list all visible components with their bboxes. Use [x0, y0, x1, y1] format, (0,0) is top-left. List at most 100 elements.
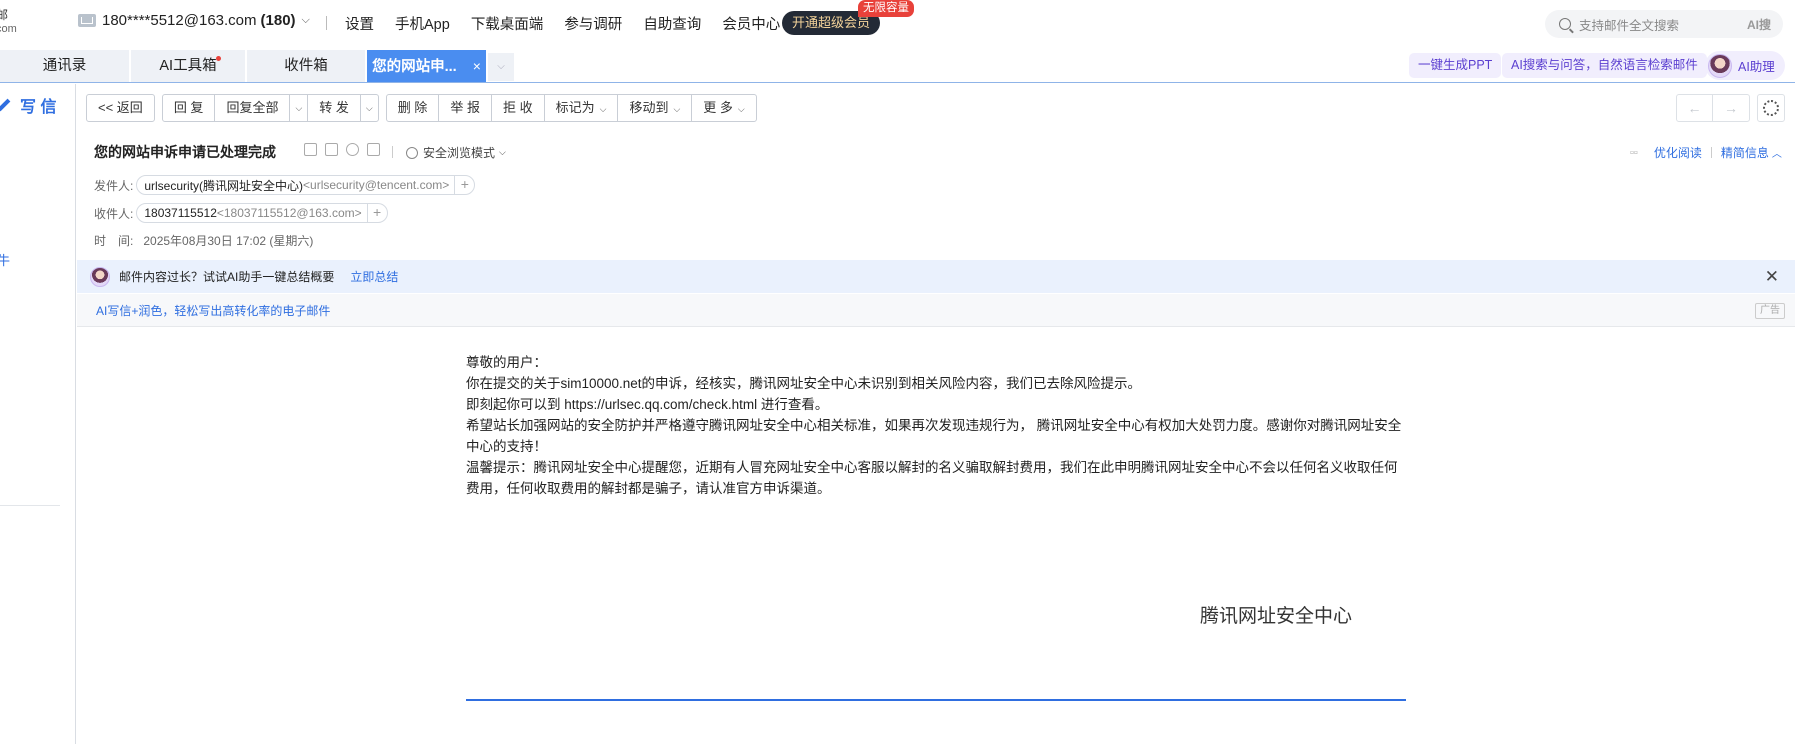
- ad-text[interactable]: AI写信+润色，轻松写出高转化率的电子邮件: [96, 302, 330, 319]
- header-view-options: ▫▫ 优化阅读 精简信息 ︿: [1630, 144, 1782, 161]
- print-icon[interactable]: [367, 143, 380, 156]
- add-contact-icon[interactable]: +: [366, 204, 387, 222]
- nav-mobile-app[interactable]: 手机App: [395, 13, 450, 34]
- tab-contacts[interactable]: 通讯录: [0, 50, 129, 82]
- mail-body: 尊敬的用户： 你在提交的关于sim10000.net的申诉，经核实，腾讯网址安全…: [466, 352, 1406, 499]
- report-button[interactable]: 举 报: [439, 95, 492, 121]
- back-button[interactable]: << 返回: [87, 95, 154, 121]
- tab-label: 收件箱: [284, 58, 328, 74]
- nav-settings[interactable]: 设置: [345, 13, 374, 34]
- safe-browsing-mode-toggle[interactable]: 安全浏览模式 ⌵: [406, 144, 506, 161]
- previous-mail-arrow-icon[interactable]: ←: [1677, 95, 1713, 121]
- left-sidebar: 写 信 牛: [0, 84, 76, 744]
- forward-button[interactable]: 转 发: [308, 95, 361, 121]
- body-line: 尊敬的用户：: [466, 355, 547, 370]
- ai-avatar: [1708, 53, 1732, 78]
- account-email: 180****5512@163.com: [102, 12, 257, 29]
- mail-toolbar: << 返回 回 复 回复全部 ⌵ 转 发 ⌵ 删 除 举 报 拒 收 标记为 ⌵ …: [86, 94, 764, 122]
- recipient-chip[interactable]: 18037115512 <18037115512@163.com> +: [136, 203, 388, 223]
- chevron-down-icon: ⌵: [599, 104, 607, 114]
- close-icon[interactable]: ✕: [1765, 267, 1779, 287]
- action-group: 删 除 举 报 拒 收 标记为 ⌵ 移动到 ⌵ 更 多 ⌵: [385, 94, 757, 122]
- reply-all-button[interactable]: 回复全部: [215, 95, 291, 121]
- pen-icon: [0, 98, 12, 112]
- new-dot-icon: [216, 56, 221, 61]
- body-line: 希望站长加强网站的安全防护并严格遵守腾讯网址安全中心相关标准，如果再次发现违规行…: [466, 418, 1402, 454]
- ai-search-icon[interactable]: AI搜: [1747, 16, 1771, 33]
- add-contact-icon[interactable]: +: [454, 176, 474, 194]
- account-switcher[interactable]: 180****5512@163.com (180) ⌵: [78, 12, 310, 29]
- bookmark-icon[interactable]: [304, 143, 317, 156]
- top-bar: 邮 com 180****5512@163.com (180) ⌵ 设置 手机A…: [0, 0, 1795, 46]
- sender-address: <urlsecurity@tencent.com>: [303, 178, 450, 192]
- chevron-down-icon: ⌵: [737, 104, 745, 114]
- divider: [0, 505, 60, 506]
- more-label: 更 多: [703, 100, 733, 115]
- summarize-now-link[interactable]: 立即总结: [350, 268, 398, 285]
- forward-dropdown-chevron-icon[interactable]: ⌵: [361, 95, 378, 121]
- search-placeholder: 支持邮件全文搜索: [1579, 18, 1680, 33]
- flag-icon[interactable]: [325, 143, 338, 156]
- move-to-label: 移动到: [629, 100, 669, 115]
- nav-survey[interactable]: 参与调研: [564, 13, 622, 34]
- reject-button[interactable]: 拒 收: [492, 95, 545, 121]
- tab-overflow-button[interactable]: ⌵: [488, 53, 514, 81]
- ai-summary-banner: 邮件内容过长？试试AI助手一键总结概要 立即总结 ✕: [77, 260, 1795, 293]
- optimize-reading-link[interactable]: 优化阅读: [1654, 144, 1702, 161]
- tabs-row: 通讯录 AI工具箱 收件箱 您的网站申... × ⌵ 一键生成PPT AI搜索与…: [0, 50, 1795, 83]
- reply-dropdown-chevron-icon[interactable]: ⌵: [290, 95, 309, 121]
- more-button[interactable]: 更 多 ⌵: [692, 95, 755, 121]
- nav-desktop-download[interactable]: 下载桌面端: [471, 13, 544, 34]
- recipient-row: 收件人: 18037115512 <18037115512@163.com> +: [94, 203, 388, 223]
- tab-label: 通讯录: [42, 58, 87, 74]
- brand-sub: com: [0, 23, 17, 35]
- body-line: 即刻起你可以到 https://urlsec.qq.com/check.html…: [466, 397, 829, 412]
- tab-label: AI工具箱: [159, 58, 217, 74]
- reply-group: 回 复 回复全部 ⌵ 转 发 ⌵: [161, 94, 379, 122]
- ai-banner-text: 邮件内容过长？试试AI助手一键总结概要: [119, 270, 335, 284]
- mail-nav-arrows: ← →: [1676, 94, 1750, 122]
- reply-button[interactable]: 回 复: [163, 95, 216, 121]
- time-label: 时 间:: [94, 234, 134, 248]
- search-input[interactable]: 支持邮件全文搜索 AI搜: [1545, 10, 1783, 38]
- tab-current-mail[interactable]: 您的网站申... ×: [367, 50, 486, 82]
- mail-signature: 腾讯网址安全中心: [1200, 606, 1353, 627]
- mark-as-button[interactable]: 标记为 ⌵: [545, 95, 619, 121]
- chevron-down-icon: ⌵: [499, 147, 506, 157]
- ai-search-qa-button[interactable]: AI搜索与问答，自然语言检索邮件: [1502, 53, 1707, 78]
- brief-info-link[interactable]: 精简信息: [1721, 144, 1769, 161]
- divider: [392, 146, 393, 158]
- back-label: 返回: [116, 100, 143, 115]
- chevron-down-icon: ⌵: [673, 104, 681, 114]
- ad-banner[interactable]: AI写信+润色，轻松写出高转化率的电子邮件 广告: [77, 294, 1795, 327]
- brand-logo[interactable]: 邮 com: [0, 8, 26, 36]
- subject-actions: [304, 143, 380, 156]
- quote-icon[interactable]: ▫▫: [1630, 147, 1638, 159]
- move-to-button[interactable]: 移动到 ⌵: [618, 95, 693, 121]
- safe-mode-label: 安全浏览模式: [423, 146, 496, 160]
- body-divider: [466, 699, 1406, 701]
- body-line: 温馨提示：腾讯网址安全中心提醒您，近期有人冒充网址安全中心客服以解封的名义骗取解…: [466, 460, 1398, 496]
- nav-member-center[interactable]: 会员中心: [722, 13, 780, 34]
- tab-label: 您的网站申...: [372, 59, 457, 75]
- gear-icon[interactable]: [1757, 94, 1785, 122]
- sender-chip[interactable]: urlsecurity(腾讯网址安全中心) <urlsecurity@tence…: [136, 175, 476, 195]
- nav-self-service[interactable]: 自助查询: [643, 13, 701, 34]
- delete-button[interactable]: 删 除: [387, 95, 440, 121]
- time-row: 时 间: 2025年08月30日 17:02 (星期六): [94, 232, 313, 249]
- sidebar-item-fragment[interactable]: 牛: [0, 250, 10, 269]
- divider: [326, 16, 327, 30]
- chevron-down-icon: ⌵: [301, 14, 310, 26]
- tab-ai-toolbox[interactable]: AI工具箱: [131, 50, 245, 82]
- close-icon[interactable]: ×: [473, 58, 481, 74]
- tab-inbox[interactable]: 收件箱: [247, 50, 365, 82]
- mark-as-label: 标记为: [555, 100, 595, 115]
- time-value: 2025年08月30日 17:02 (星期六): [143, 234, 314, 248]
- next-mail-arrow-icon[interactable]: →: [1713, 95, 1749, 121]
- clock-icon[interactable]: [346, 143, 359, 156]
- compose-button[interactable]: 写 信: [0, 93, 56, 117]
- ai-assistant-button[interactable]: AI助理: [1705, 51, 1785, 80]
- recipient-name: 18037115512: [144, 206, 217, 220]
- compose-label: 写 信: [20, 99, 57, 116]
- generate-ppt-button[interactable]: 一键生成PPT: [1409, 53, 1502, 78]
